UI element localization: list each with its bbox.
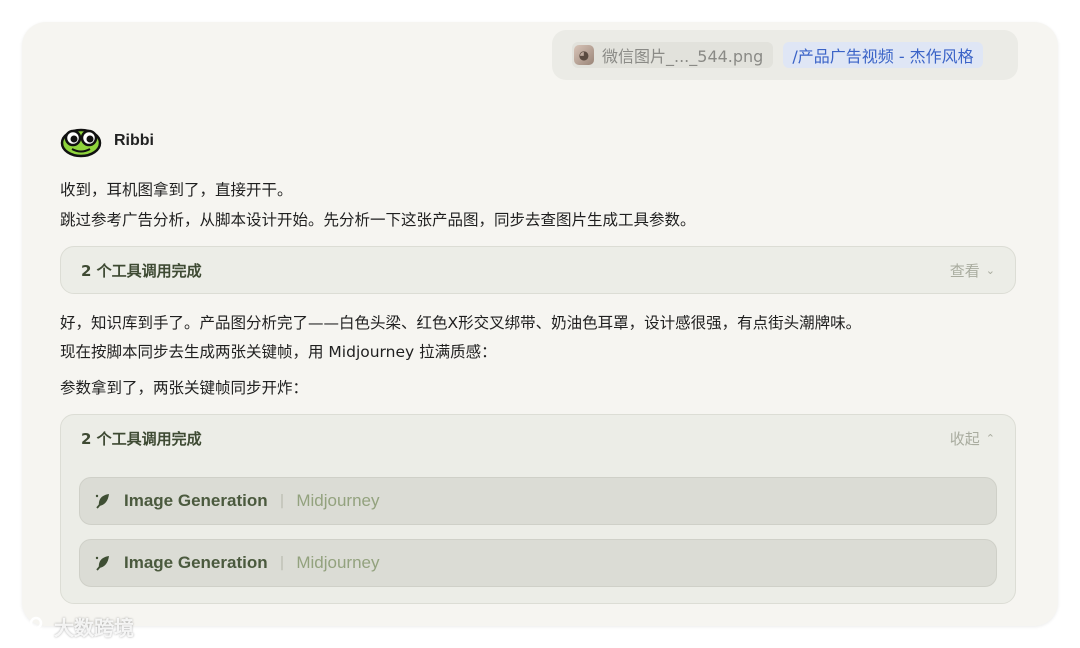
message-line: 好，知识库到手了。产品图分析完了——白色头梁、红色X形交叉绑带、奶油色耳罩，设计… <box>60 314 862 332</box>
watermark-logo-icon <box>10 616 43 635</box>
tool-calls-header[interactable]: 2 个工具调用完成 查看 ⌄ <box>61 247 1015 293</box>
tool-name: Image Generation <box>124 553 268 572</box>
view-toggle[interactable]: 查看 ⌄ <box>950 260 995 281</box>
leaf-icon <box>95 556 109 571</box>
tool-call-item[interactable]: Image Generation | Midjourney <box>79 477 997 525</box>
attachment-bar: ◕ 微信图片_..._544.png /产品广告视频 - 杰作风格 <box>552 30 1018 80</box>
tool-calls-collapsed: 2 个工具调用完成 查看 ⌄ <box>60 246 1016 294</box>
image-thumbnail-icon: ◕ <box>574 45 594 65</box>
divider: | <box>279 555 285 571</box>
tool-calls-header[interactable]: 2 个工具调用完成 收起 ⌃ <box>61 415 1015 461</box>
tool-calls-title: 2 个工具调用完成 <box>81 261 202 280</box>
collapse-toggle-label: 收起 <box>949 429 980 448</box>
file-attachment-chip[interactable]: ◕ 微信图片_..._544.png <box>572 42 774 68</box>
message-line: 跳过参考广告分析，从脚本设计开始。先分析一下这张产品图，同步去查图片生成工具参数… <box>60 211 696 229</box>
collapse-toggle[interactable]: 收起 ⌃ <box>950 428 995 449</box>
tool-name: Image Generation <box>124 491 268 510</box>
message-line: 现在按脚本同步去生成两张关键帧，用 Midjourney 拉满质感： <box>60 343 497 361</box>
chevron-down-icon: ⌄ <box>985 263 995 277</box>
watermark: 大数跨境 <box>8 612 134 641</box>
divider: | <box>279 493 285 509</box>
author-name: Ribbi <box>114 132 154 149</box>
command-chip[interactable]: /产品广告视频 - 杰作风格 <box>783 42 983 68</box>
command-label: /产品广告视频 - 杰作风格 <box>792 47 974 66</box>
message-line: 参数拿到了，两张关键帧同步开炸： <box>60 379 309 397</box>
view-toggle-label: 查看 <box>949 261 980 280</box>
leaf-icon <box>95 494 109 509</box>
tool-provider: Midjourney <box>296 491 380 510</box>
frog-avatar-icon <box>60 128 102 158</box>
chevron-up-icon: ⌃ <box>985 431 995 445</box>
file-name: 微信图片_..._544.png <box>602 47 764 66</box>
message-line: 收到，耳机图拿到了，直接开干。 <box>60 181 293 199</box>
tool-call-item[interactable]: Image Generation | Midjourney <box>79 539 997 587</box>
message-author: Ribbi <box>60 124 154 158</box>
watermark-text: 大数跨境 <box>54 616 134 640</box>
tool-provider: Midjourney <box>296 553 380 572</box>
chat-card: ◕ 微信图片_..._544.png /产品广告视频 - 杰作风格 Ribbi … <box>22 22 1058 626</box>
tool-calls-expanded: 2 个工具调用完成 收起 ⌃ Image Generation | Midjou… <box>60 414 1016 604</box>
tool-calls-title: 2 个工具调用完成 <box>81 429 202 448</box>
